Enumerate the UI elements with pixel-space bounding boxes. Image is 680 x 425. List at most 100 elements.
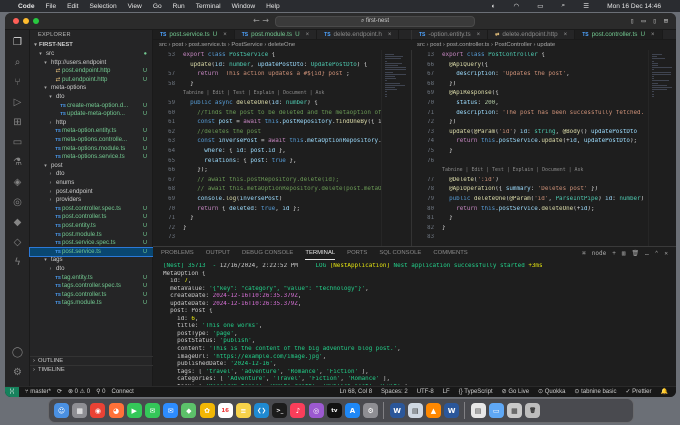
tree-item[interactable]: ▾ tags [30,256,153,265]
tree-item[interactable]: TStags.controller.spec.ts U [30,282,153,291]
chrome-icon[interactable]: ◉ [90,403,106,418]
code-line[interactable]: 78 @ApiOperation({ summary: 'Deletes pos… [412,186,648,194]
maximize-window-button[interactable] [33,18,39,24]
tree-item[interactable]: › post.endpoint [30,188,153,197]
menu-view[interactable]: View [128,3,142,10]
customize-layout-icon[interactable]: ⊞ [664,17,668,25]
menu-run[interactable]: Run [173,3,185,10]
tree-item[interactable]: TSpost.controller.spec.ts U [30,205,153,214]
wifi-icon[interactable]: ◠ [513,2,519,10]
status-icon-1[interactable]: ◐ [492,3,496,10]
panel-tab-terminal[interactable]: TERMINAL [305,250,336,260]
right-breadcrumb[interactable]: src › post › post.controller.ts › PostCo… [411,41,676,50]
code-line[interactable]: 71 } [153,215,381,223]
tree-item[interactable]: TSpost.module.ts U [30,231,153,240]
editor-tab[interactable]: TS post.service.ts U × [153,30,235,39]
tree-item[interactable]: › dto [30,170,153,179]
menu-go[interactable]: Go [153,3,162,10]
code-line[interactable]: 62 //deletes the post [153,129,381,137]
forward-arrow-icon[interactable]: → [262,16,269,25]
close-tab-icon[interactable]: × [306,30,310,39]
split-terminal-icon[interactable]: ▥ [622,250,626,257]
folder-icon[interactable]: ▭ [488,403,504,418]
close-tab-icon[interactable]: × [651,30,655,39]
terminal-output[interactable]: [Nest] 35713 - 12/16/2024, 2:22:52 PM LO… [163,263,668,385]
panel-tab-comments[interactable]: COMMENTS [433,250,467,260]
code-line[interactable]: 70 return { deleted: true, id }; [153,206,381,214]
sync-icon[interactable]: ⟳ [57,387,62,397]
tree-item[interactable]: TSpost.service.ts U [29,246,154,258]
status-item[interactable]: {} TypeScript [459,387,493,397]
tree-item[interactable]: › http [30,119,153,128]
status-item[interactable]: ⊙ Quokka [538,387,565,397]
code-line[interactable]: 71 description: 'The post has been succe… [412,110,648,118]
tree-item[interactable]: TSmeta-options.module.ts U [30,145,153,154]
word-icon[interactable]: W [389,403,405,418]
status-item[interactable]: Spaces: 2 [381,387,408,397]
code-line[interactable]: 80 return this.postService.deleteOne(+id… [412,206,648,214]
code-line[interactable]: 72 }) [412,119,648,127]
music-icon[interactable]: ♪ [290,403,306,418]
git-graph-icon[interactable]: ◇ [10,236,25,249]
facetime-icon[interactable]: ▶ [126,403,142,418]
tree-item[interactable]: › providers [30,196,153,205]
code-line[interactable]: 67 description: 'Updates the post', [412,71,648,79]
close-tab-icon[interactable]: × [477,30,481,39]
status-item[interactable]: ✓ Prettier [625,387,651,397]
close-panel-icon[interactable]: ✕ [664,250,668,257]
tree-item[interactable]: TSpost.entity.ts U [30,222,153,231]
vscode-icon[interactable]: ❮❯ [254,403,270,418]
tree-item[interactable]: TSmeta-options.controlle... U [30,136,153,145]
tree-item[interactable]: TStags.module.ts U [30,299,153,308]
code-line[interactable]: 73 update(@Param('id') id: string, @Body… [412,129,648,137]
run-debug-icon[interactable]: ▷ [10,96,25,109]
thunder-client-icon[interactable]: ϟ [10,256,25,269]
status-item[interactable]: UTF-8 [417,387,434,397]
right-code-editor[interactable]: 13 export class PostController {66 @ApiQu… [411,50,648,246]
command-center-search[interactable]: ⌕ first-nest [275,16,475,27]
ports-count[interactable]: ⚲ 0 [96,387,105,397]
tree-item[interactable]: TSpost.controller.ts U [30,213,153,222]
code-line[interactable]: 65 relations: { post: true }, [153,158,381,166]
menubar-clock[interactable]: Mon 16 Dec 14:46 [607,3,661,10]
battery-icon[interactable]: ▭ [537,2,543,10]
code-line[interactable]: 66 }); [153,167,381,175]
tree-item[interactable]: TScreate-meta-option.d... U [30,102,153,111]
search-view-icon[interactable]: ⌕ [10,56,25,69]
extensions-icon[interactable]: ⊞ [10,116,25,129]
editor-tab[interactable]: TS -option.entity.ts × [412,30,489,39]
tree-item[interactable]: TSpost.service.spec.ts U [30,239,153,248]
editor-tab[interactable]: TS post.controller.ts U × [575,30,663,39]
downloads-icon[interactable]: ▦ [506,403,522,418]
code-line[interactable]: 73 [153,234,381,242]
code-line[interactable]: 69 @ApiResponse({ [412,90,648,98]
tree-item[interactable]: TSupdate-meta-option... U [30,110,153,119]
panel-tab-debug-console[interactable]: DEBUG CONSOLE [242,250,293,260]
testing-icon[interactable]: ⚗ [10,156,25,169]
close-window-button[interactable] [13,18,19,24]
launchpad-icon[interactable]: ▦ [72,403,88,418]
tree-item[interactable]: › dto [30,265,153,274]
code-line[interactable]: 68 }) [412,81,648,89]
tree-item[interactable]: ▾ post [30,162,153,171]
maps-icon[interactable]: ◆ [181,403,197,418]
minimize-window-button[interactable] [23,18,29,24]
toggle-sidebar-icon[interactable]: ▯ [630,17,634,25]
close-tab-icon[interactable]: × [223,30,227,39]
code-line[interactable]: 68 // await this.metaOptionRepository.de… [153,186,381,194]
tree-item[interactable]: TSmeta-options.service.ts U [30,153,153,162]
maximize-panel-icon[interactable]: ⌃ [655,250,659,257]
git-branch[interactable]: ⑂ master* [25,387,51,397]
code-line[interactable]: 83 [412,234,648,242]
terminal-icon[interactable]: >_ [272,403,288,418]
menu-terminal[interactable]: Terminal [196,3,221,10]
code-line[interactable]: Tabnine | Edit | Test | Explain | Docume… [153,90,381,98]
code-line[interactable]: 67 // await this.postRepository.delete(i… [153,177,381,185]
left-breadcrumb[interactable]: src › post › post.service.ts › PostServi… [153,41,411,50]
status-item[interactable]: Ln 68, Col 8 [340,387,372,397]
editor-tab[interactable]: TS delete.endpoint.h × [317,30,400,39]
code-line[interactable]: 59 public async deleteOne(id: number) { [153,100,381,108]
close-tab-icon[interactable]: × [388,30,392,39]
status-item[interactable]: 🔔 [661,387,668,397]
code-line[interactable]: 70 status: 200, [412,100,648,108]
